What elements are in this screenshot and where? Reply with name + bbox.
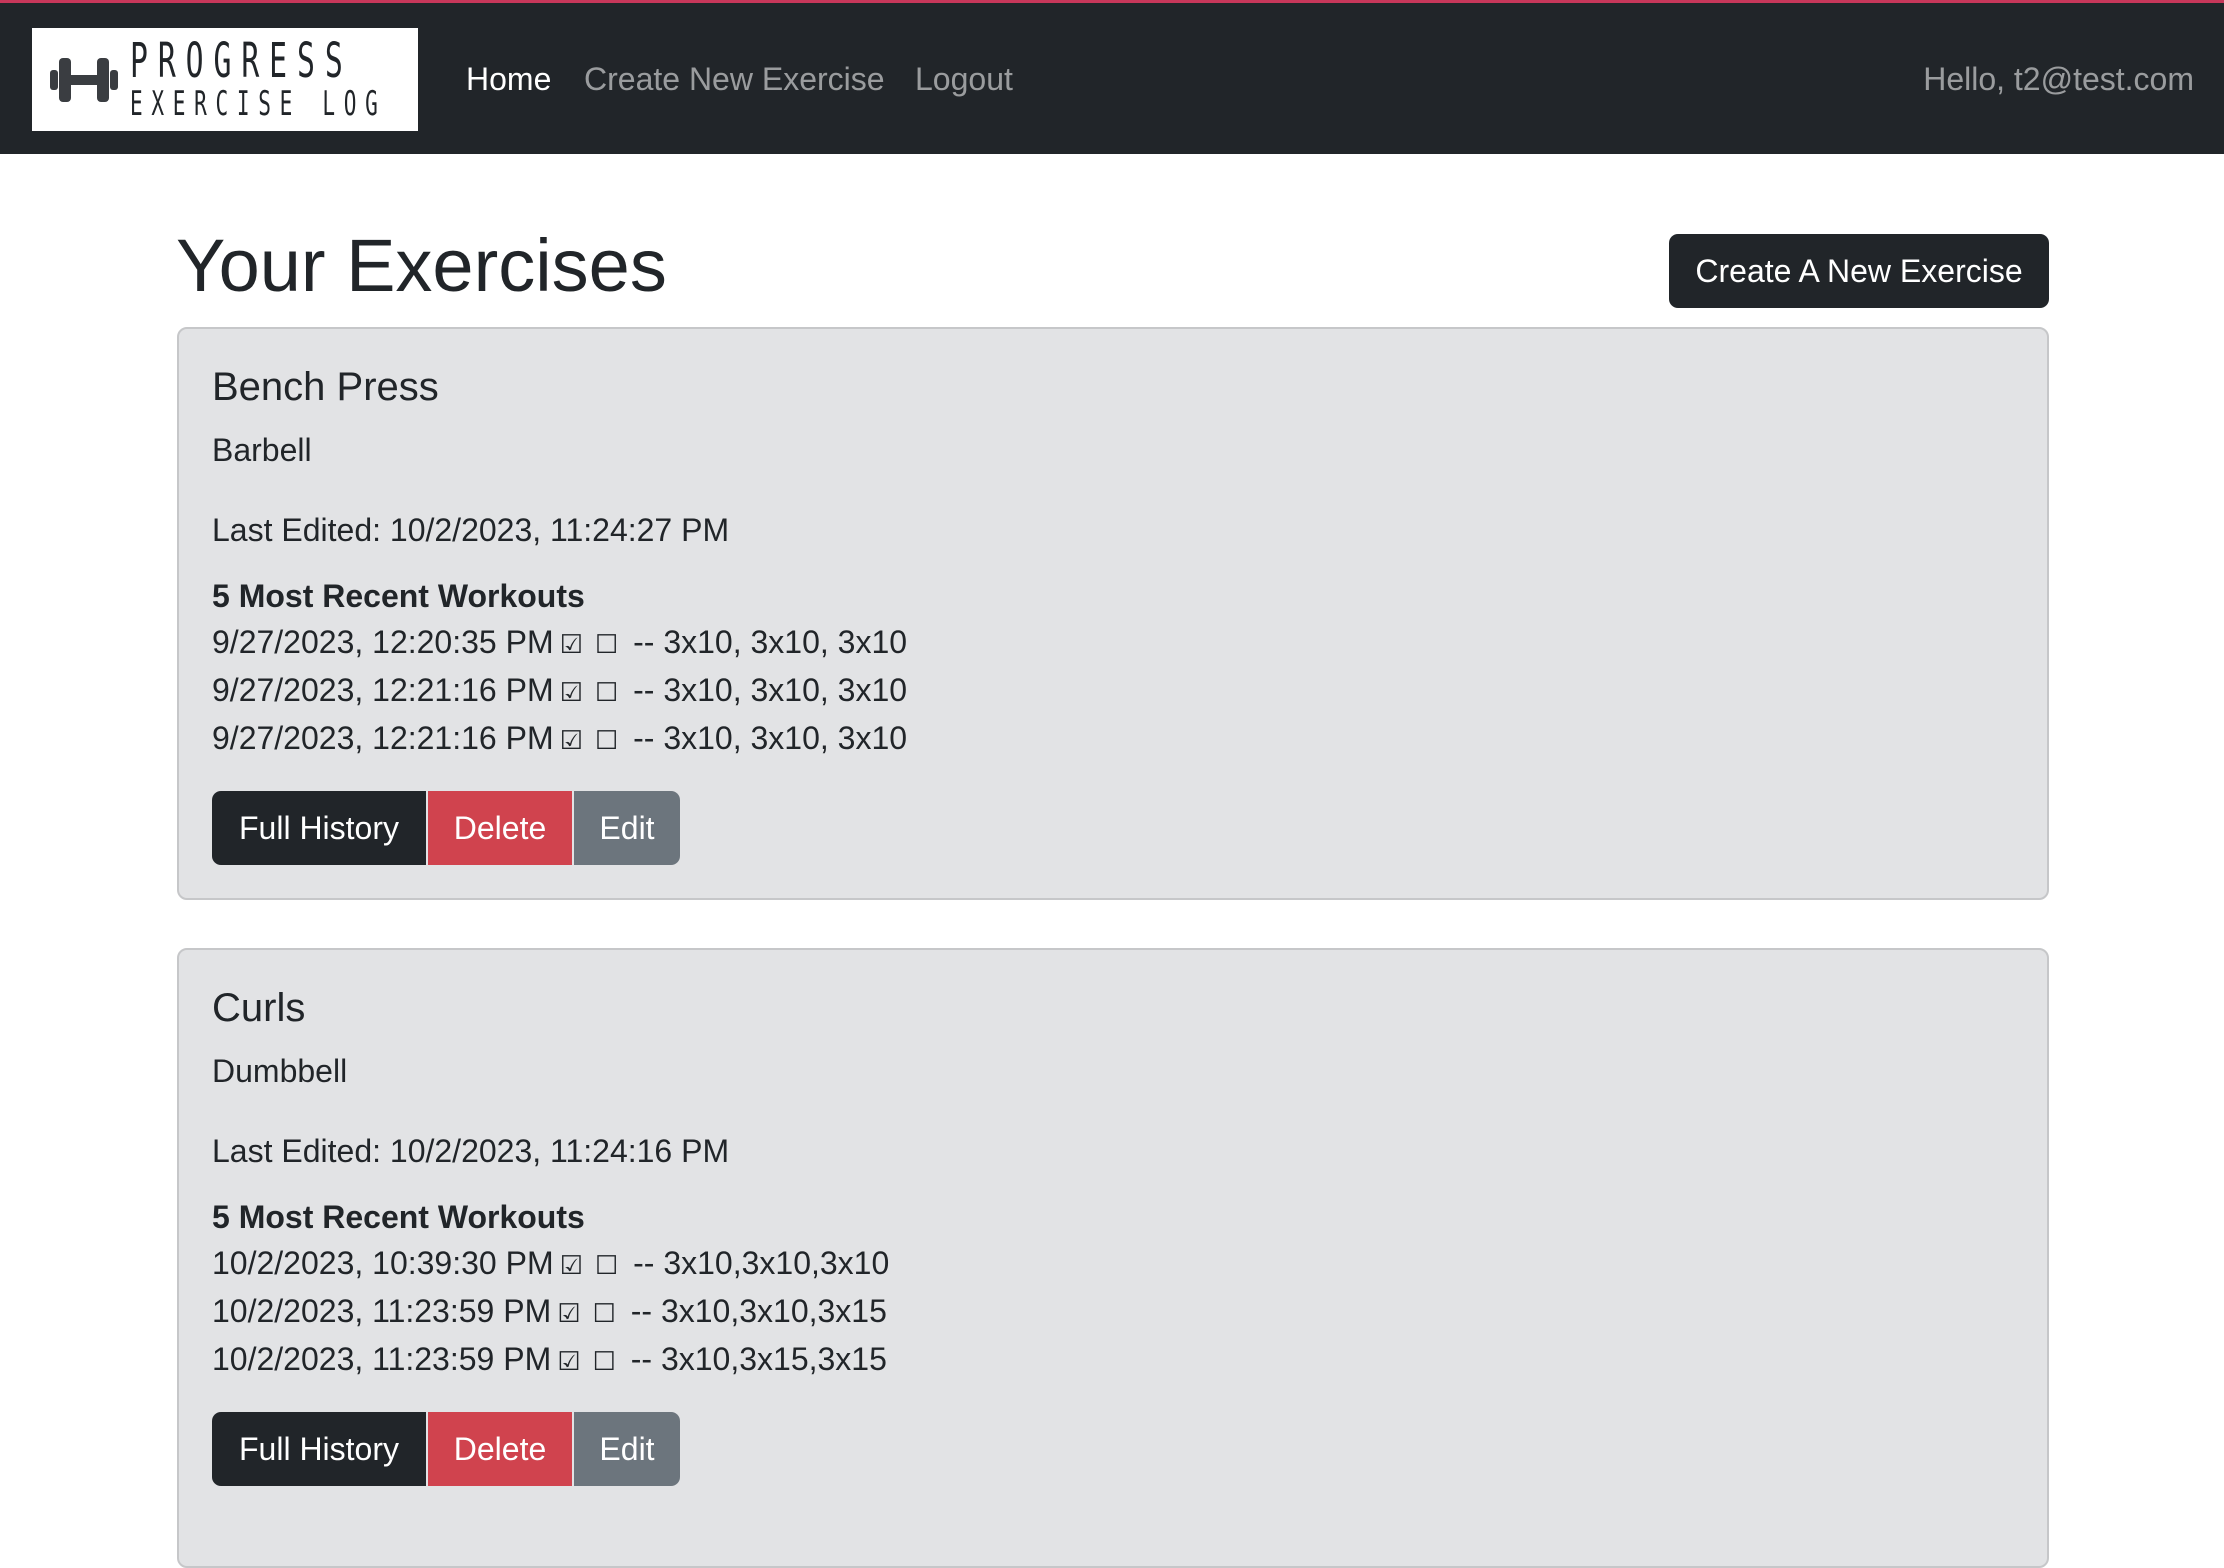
recent-workouts-heading: 5 Most Recent Workouts — [212, 1199, 585, 1235]
workout-list: 9/27/2023, 12:20:35 PM ☑ ☐ -- 3x10, 3x10, … — [212, 618, 907, 762]
checked-box-icon: ☑ — [559, 726, 583, 756]
edit-button[interactable]: Edit — [574, 1412, 680, 1486]
workout-date: 10/2/2023, 11:23:59 PM — [212, 1293, 552, 1329]
checked-box-icon: ☑ — [559, 630, 583, 660]
unchecked-box-icon: ☐ — [594, 1251, 619, 1281]
workout-sets: -- 3x10, 3x10, 3x10 — [633, 720, 908, 756]
exercise-card: Curls Dumbbell Last Edited: 10/2/2023, 1… — [177, 948, 2049, 1568]
exercise-equipment: Dumbbell — [212, 1053, 348, 1089]
unchecked-box-icon: ☐ — [594, 630, 619, 660]
exercise-name: Curls — [212, 986, 306, 1030]
nav-logout-link[interactable]: Logout — [915, 59, 1013, 99]
create-exercise-button[interactable]: Create A New Exercise — [1669, 234, 2049, 308]
checked-box-icon: ☑ — [559, 678, 583, 708]
unchecked-box-icon: ☐ — [594, 678, 619, 708]
checked-box-icon: ☑ — [557, 1347, 581, 1377]
workout-row: 10/2/2023, 11:23:59 PM ☑ ☐ -- 3x10,3x10,3x… — [212, 1287, 889, 1335]
workout-date: 10/2/2023, 11:23:59 PM — [212, 1341, 552, 1377]
last-edited: Last Edited: 10/2/2023, 11:24:16 PM — [212, 1133, 730, 1169]
nav-home-link[interactable]: Home — [466, 59, 551, 99]
edit-button[interactable]: Edit — [574, 791, 680, 865]
checked-box-icon: ☑ — [559, 1251, 583, 1281]
workout-sets: -- 3x10,3x10,3x15 — [630, 1293, 887, 1329]
recent-workouts-heading: 5 Most Recent Workouts — [212, 578, 585, 614]
checked-box-icon: ☑ — [557, 1299, 581, 1329]
full-history-button[interactable]: Full History — [212, 1412, 426, 1486]
workout-row: 10/2/2023, 10:39:30 PM ☑ ☐ -- 3x10,3x10,3x… — [212, 1239, 889, 1287]
nav-create-exercise-link[interactable]: Create New Exercise — [584, 59, 885, 99]
workout-sets: -- 3x10, 3x10, 3x10 — [633, 624, 908, 660]
unchecked-box-icon: ☐ — [592, 1347, 616, 1377]
full-history-button[interactable]: Full History — [212, 791, 426, 865]
workout-list: 10/2/2023, 10:39:30 PM ☑ ☐ -- 3x10,3x10,3x… — [212, 1239, 889, 1383]
brand-title: PROGRESS — [130, 33, 353, 89]
workout-date: 9/27/2023, 12:21:16 PM — [212, 672, 554, 708]
workout-sets: -- 3x10,3x10,3x10 — [633, 1245, 890, 1281]
workout-sets: -- 3x10, 3x10, 3x10 — [633, 672, 908, 708]
user-greeting: Hello, t2@test.com — [1923, 61, 2194, 97]
workout-row: 10/2/2023, 11:23:59 PM ☑ ☐ -- 3x10,3x15,3x… — [212, 1335, 889, 1383]
exercise-name: Bench Press — [212, 365, 439, 409]
brand-logo[interactable]: PROGRESS EXERCISE LOG — [32, 28, 418, 131]
last-edited: Last Edited: 10/2/2023, 11:24:27 PM — [212, 512, 730, 548]
page-title: Your Exercises — [176, 224, 667, 307]
workout-date: 9/27/2023, 12:20:35 PM — [212, 624, 554, 660]
workout-row: 9/27/2023, 12:21:16 PM ☑ ☐ -- 3x10, 3x10, … — [212, 714, 907, 762]
workout-date: 10/2/2023, 10:39:30 PM — [212, 1245, 554, 1281]
dumbbell-icon — [50, 58, 118, 102]
workout-sets: -- 3x10,3x15,3x15 — [630, 1341, 887, 1377]
workout-date: 9/27/2023, 12:21:16 PM — [212, 720, 554, 756]
delete-button[interactable]: Delete — [428, 1412, 572, 1486]
unchecked-box-icon: ☐ — [594, 726, 619, 756]
navbar: PROGRESS EXERCISE LOG Home Create New Ex… — [0, 0, 2224, 154]
delete-button[interactable]: Delete — [428, 791, 572, 865]
exercise-equipment: Barbell — [212, 432, 312, 468]
workout-row: 9/27/2023, 12:20:35 PM ☑ ☐ -- 3x10, 3x10, … — [212, 618, 907, 666]
exercise-card: Bench Press Barbell Last Edited: 10/2/20… — [177, 327, 2049, 900]
workout-row: 9/27/2023, 12:21:16 PM ☑ ☐ -- 3x10, 3x10, … — [212, 666, 907, 714]
unchecked-box-icon: ☐ — [592, 1299, 616, 1329]
brand-subtitle: EXERCISE LOG — [130, 84, 387, 124]
